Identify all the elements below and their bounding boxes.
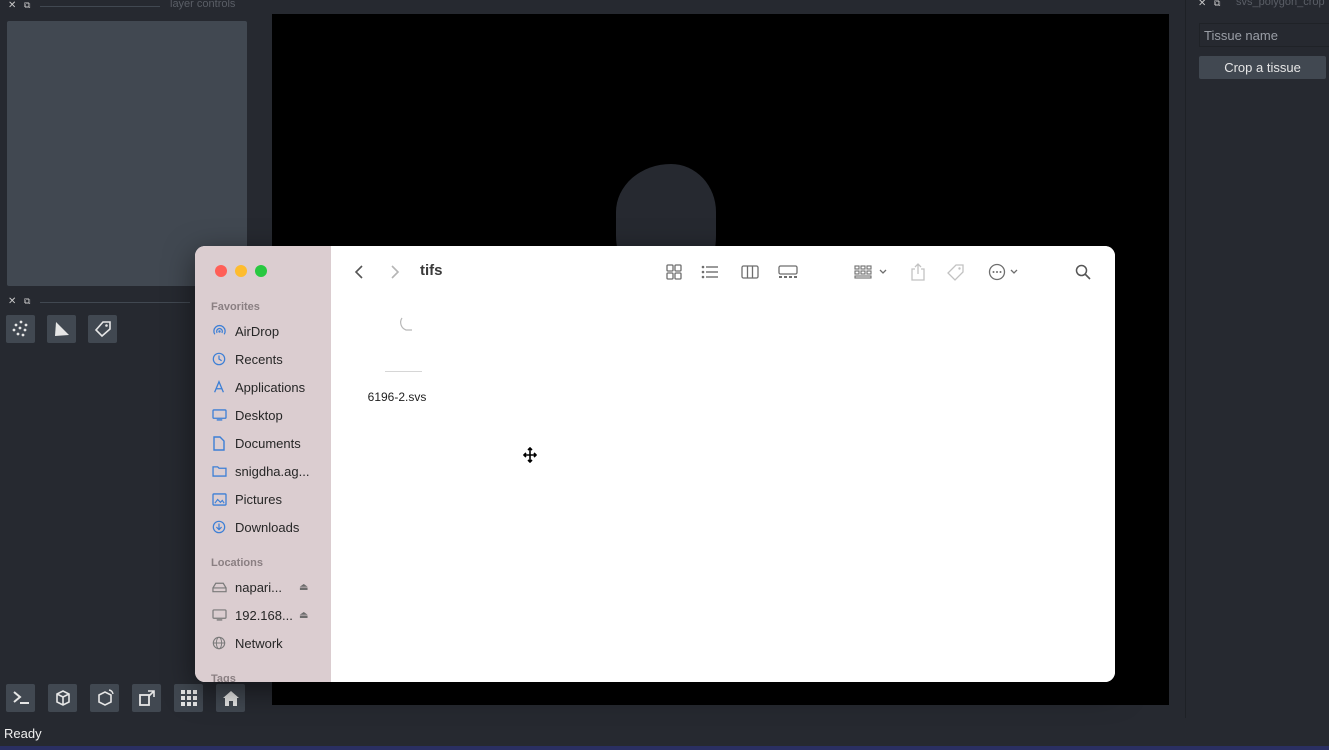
display-icon <box>211 607 227 623</box>
finder-window: Favorites AirDrop Recents Applications D… <box>195 246 1115 682</box>
applications-icon <box>211 379 227 395</box>
share-icon[interactable] <box>908 261 928 283</box>
document-icon <box>211 435 227 451</box>
layer-tools <box>6 315 117 343</box>
sidebar-item-server[interactable]: 192.168... ⏏ <box>211 604 308 626</box>
dock-title: svs_polygon_crop <box>1236 0 1325 8</box>
float-icon[interactable]: ⧉ <box>24 296 30 307</box>
sidebar-item-desktop[interactable]: Desktop <box>211 404 283 426</box>
roll-icon[interactable] <box>90 684 119 712</box>
favorites-heading: Favorites <box>211 301 260 313</box>
sidebar-item-label: Documents <box>235 435 301 451</box>
status-bar: Ready <box>0 718 1329 747</box>
move-cursor-icon <box>522 446 538 468</box>
ndisplay-icon[interactable] <box>48 684 77 712</box>
close-icon[interactable]: ✕ <box>1198 0 1206 9</box>
file-thumbnail-icon <box>372 312 426 373</box>
window-controls <box>215 265 267 277</box>
status-text: Ready <box>4 726 42 741</box>
sidebar-item-label: AirDrop <box>235 323 280 339</box>
divider <box>40 6 160 7</box>
close-window-button[interactable] <box>215 265 227 277</box>
sidebar-item-recents[interactable]: Recents <box>211 348 283 370</box>
sidebar-item-label: Desktop <box>235 407 283 423</box>
zoom-window-button[interactable] <box>255 265 267 277</box>
sidebar-item-airdrop[interactable]: AirDrop <box>211 320 279 342</box>
drive-icon <box>211 579 227 595</box>
forward-icon[interactable] <box>385 261 405 283</box>
desktop-icon <box>211 407 227 423</box>
sidebar-item-home-folder[interactable]: snigdha.ag... <box>211 460 309 482</box>
sidebar-item-label: Recents <box>235 351 283 367</box>
sidebar-item-label: snigdha.ag... <box>235 463 310 479</box>
clock-icon <box>211 351 227 367</box>
points-icon[interactable] <box>6 315 35 343</box>
shapes-icon[interactable] <box>47 315 76 343</box>
close-icon[interactable]: ✕ <box>8 296 16 307</box>
pictures-icon <box>211 491 227 507</box>
labels-icon[interactable] <box>88 315 117 343</box>
finder-toolbar: tifs <box>331 246 1115 298</box>
dock-title: layer controls <box>170 0 236 10</box>
sidebar-item-pictures[interactable]: Pictures <box>211 488 282 510</box>
sidebar-item-applications[interactable]: Applications <box>211 376 305 398</box>
sidebar-item-documents[interactable]: Documents <box>211 432 301 454</box>
sidebar-item-network[interactable]: Network <box>211 632 283 654</box>
console-icon[interactable] <box>6 684 35 712</box>
bottom-stripe <box>0 746 1329 750</box>
sidebar-item-label: napari... <box>235 579 282 595</box>
finder-content: tifs 6196-2.svs <box>331 246 1115 682</box>
sidebar-item-downloads[interactable]: Downloads <box>211 516 299 538</box>
group-by-icon[interactable] <box>851 261 891 283</box>
file-name: 6196-2.svs <box>367 390 427 404</box>
gallery-view-icon[interactable] <box>776 261 800 283</box>
crop-tissue-button[interactable]: Crop a tissue <box>1199 56 1326 79</box>
sidebar-item-label: Pictures <box>235 491 282 507</box>
window-title: tifs <box>420 262 443 279</box>
sidebar-item-label: Network <box>235 635 283 651</box>
eject-icon[interactable]: ⏏ <box>299 582 308 593</box>
layer-controls-titlebar: ✕ ⧉ layer controls <box>0 0 262 14</box>
sidebar-item-label: Applications <box>235 379 306 395</box>
divider <box>40 302 190 303</box>
more-actions-icon[interactable] <box>987 261 1023 283</box>
home-icon[interactable] <box>216 684 245 712</box>
sidebar-item-label: Downloads <box>235 519 300 535</box>
tags-heading: Tags <box>211 673 236 682</box>
airdrop-icon <box>211 323 227 339</box>
finder-sidebar: Favorites AirDrop Recents Applications D… <box>195 246 331 682</box>
minimize-window-button[interactable] <box>235 265 247 277</box>
tissue-name-input[interactable] <box>1199 23 1329 47</box>
search-icon[interactable] <box>1073 261 1093 283</box>
folder-icon <box>211 463 227 479</box>
tag-icon[interactable] <box>945 261 967 283</box>
sidebar-item-label: 192.168... <box>235 607 293 623</box>
downloads-icon <box>211 519 227 535</box>
float-icon[interactable]: ⧉ <box>24 0 30 11</box>
eject-icon[interactable]: ⏏ <box>299 610 308 621</box>
file-item[interactable]: 6196-2.svs <box>359 312 435 404</box>
close-icon[interactable]: ✕ <box>8 0 16 11</box>
list-view-icon[interactable] <box>699 261 721 283</box>
float-icon[interactable]: ⧉ <box>1214 0 1220 9</box>
right-dock: ✕ ⧉ svs_polygon_crop Crop a tissue <box>1185 0 1329 718</box>
locations-heading: Locations <box>211 557 263 569</box>
back-icon[interactable] <box>349 261 369 283</box>
transpose-icon[interactable] <box>132 684 161 712</box>
column-view-icon[interactable] <box>739 261 761 283</box>
icon-view-icon[interactable] <box>663 261 685 283</box>
globe-icon <box>211 635 227 651</box>
grid-icon[interactable] <box>174 684 203 712</box>
sidebar-item-napari-volume[interactable]: napari... ⏏ <box>211 576 308 598</box>
viewer-buttons <box>6 684 245 712</box>
